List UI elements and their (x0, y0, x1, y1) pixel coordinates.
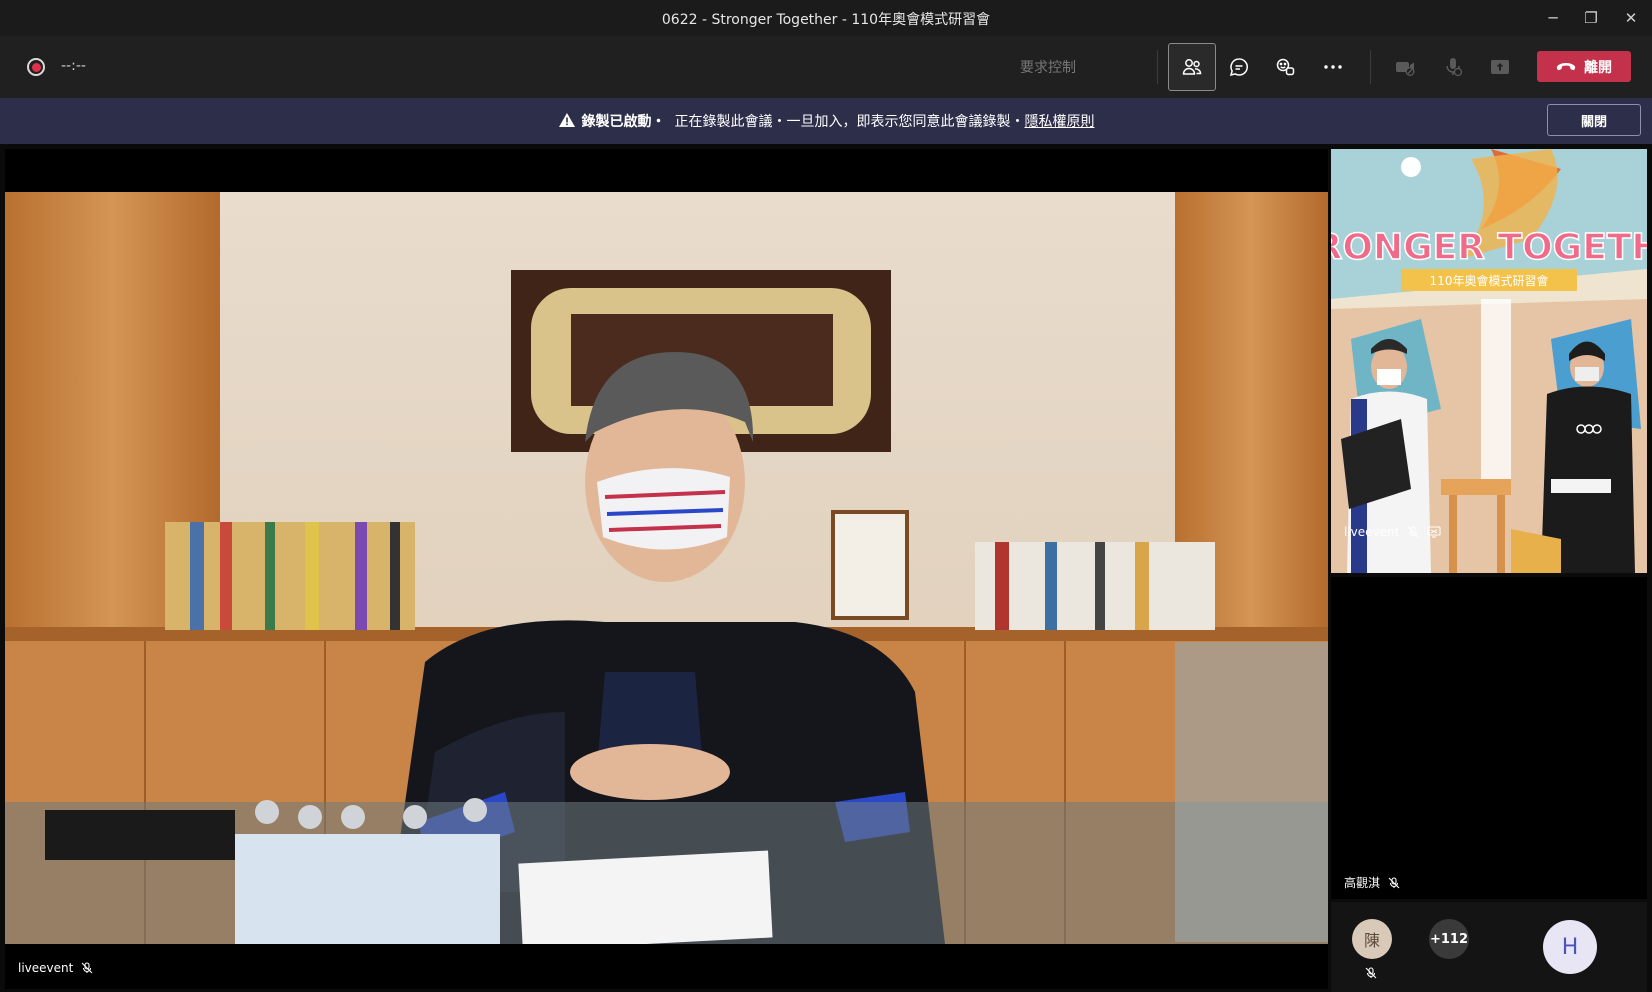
minimize-button[interactable]: ─ (1540, 6, 1566, 30)
video-frame-illustration (5, 192, 1328, 944)
mic-off-icon (1446, 58, 1463, 77)
hang-up-icon (1556, 62, 1576, 70)
mic-off-icon (1365, 967, 1377, 979)
tile-participant-name: 高觀淇 (1344, 876, 1381, 890)
tile-label-participant-2: 高觀淇 (1344, 874, 1400, 891)
request-control-button[interactable]: 要求控制 (1020, 57, 1076, 77)
share-icon (1491, 60, 1509, 74)
warning-icon (558, 113, 575, 127)
tile-participant-name: liveevent (1344, 525, 1400, 539)
privacy-policy-link[interactable]: 隱私權原則 (1024, 114, 1094, 130)
title-bar: 0622 - Stronger Together - 110年奧會模式研習會 ─… (0, 0, 1652, 36)
more-options-button[interactable] (1309, 43, 1357, 91)
participants-icon (1182, 59, 1202, 75)
banner-message: 正在錄製此會議・一旦加入，即表示您同意此會議錄製・ (674, 114, 1025, 130)
main-video-feed[interactable] (5, 192, 1328, 944)
participant-tile-2[interactable]: 高觀淇 (1331, 577, 1647, 899)
slide-subtitle: 110年奧會模式研習會 (1430, 274, 1549, 288)
mic-off-icon (1407, 526, 1419, 538)
tile-label-liveevent: liveevent (1344, 525, 1441, 539)
participant-tile-liveevent[interactable]: STRONGER TOGETHER 110年奧會模式研習會 liveevent (1331, 149, 1647, 573)
banner-strong-text: 錄製已啟動・ (581, 114, 666, 130)
chat-button[interactable] (1215, 43, 1263, 91)
reactions-icon (1276, 58, 1295, 76)
leave-button[interactable]: 離開 (1537, 51, 1631, 82)
main-participant-name: liveevent (18, 961, 74, 975)
maximize-button[interactable]: ❐ (1578, 6, 1604, 30)
mic-off-icon (1388, 876, 1400, 888)
meeting-toolbar: --:-- 要求控制 離開 (0, 36, 1652, 98)
avatar[interactable]: H (1543, 920, 1597, 974)
mic-off-icon (81, 962, 93, 974)
recording-banner: 錄製已啟動・ 正在錄製此會議・一旦加入，即表示您同意此會議錄製・隱私權原則 關閉 (0, 98, 1652, 144)
meeting-timer: --:-- (61, 58, 86, 74)
camera-button[interactable] (1381, 43, 1429, 91)
main-video-stage: liveevent (5, 149, 1328, 989)
camera-off-icon (1396, 62, 1415, 76)
slide-title: STRONGER TOGETHER (1331, 227, 1647, 268)
recording-icon (27, 58, 45, 76)
banner-close-button[interactable]: 關閉 (1547, 104, 1641, 136)
main-participant-label: liveevent (18, 961, 93, 975)
toolbar-divider (1157, 50, 1158, 84)
share-screen-button[interactable] (1476, 43, 1524, 91)
screen-share-icon (1427, 526, 1441, 538)
window-title: 0622 - Stronger Together - 110年奧會模式研習會 (661, 12, 991, 28)
more-icon (1324, 65, 1342, 69)
chat-icon (1229, 58, 1248, 77)
microphone-button[interactable] (1429, 43, 1477, 91)
participants-button[interactable] (1168, 43, 1216, 91)
close-window-button[interactable]: ✕ (1618, 6, 1644, 30)
leave-label: 離開 (1584, 59, 1612, 76)
reactions-button[interactable] (1262, 43, 1310, 91)
participant-roster: 陳 +112 H (1331, 902, 1647, 992)
overflow-participants-button[interactable]: +112 (1429, 919, 1469, 959)
avatar[interactable]: 陳 (1352, 919, 1392, 959)
tile-video-illustration: STRONGER TOGETHER 110年奧會模式研習會 (1331, 149, 1647, 573)
toolbar-divider (1370, 50, 1371, 84)
